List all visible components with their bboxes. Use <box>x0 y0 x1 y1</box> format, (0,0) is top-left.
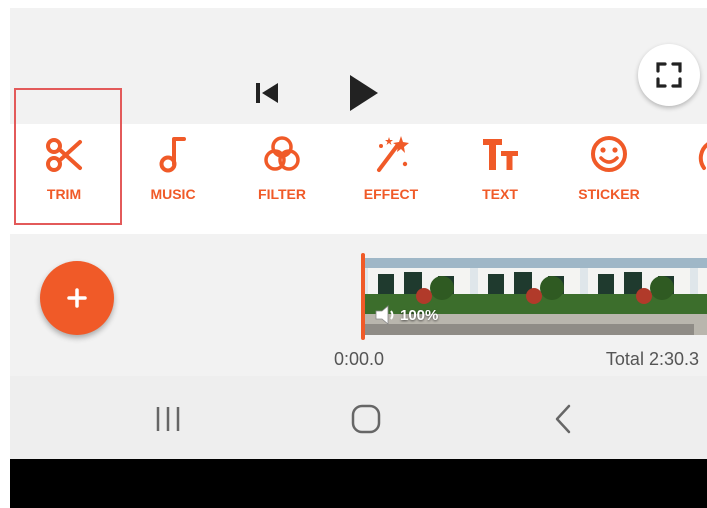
smiley-icon <box>591 136 627 172</box>
tool-label: EFFECT <box>363 186 419 202</box>
tool-music[interactable]: MUSIC <box>119 124 227 234</box>
add-media-button[interactable] <box>40 261 114 335</box>
screen-bottom-edge <box>10 459 707 508</box>
tool-text[interactable]: TEXT <box>446 124 554 234</box>
system-nav-bar <box>10 376 707 459</box>
total-duration: Total 2:30.3 <box>605 349 699 369</box>
back-button[interactable] <box>547 402 581 436</box>
clip-thumbnail <box>694 258 707 335</box>
tool-label: MUSIC <box>150 186 196 202</box>
tool-label: SP <box>664 186 707 202</box>
volume-label: 100% <box>400 306 439 324</box>
magic-wand-icon <box>377 136 409 172</box>
home-icon <box>351 404 381 434</box>
filter-circles-icon <box>264 136 300 171</box>
music-note-icon <box>159 137 186 173</box>
fullscreen-button[interactable] <box>638 44 700 106</box>
tool-filter[interactable]: FILTER <box>228 124 336 234</box>
fullscreen-icon <box>656 62 682 88</box>
speaker-icon <box>375 305 394 325</box>
recents-icon <box>156 407 180 431</box>
back-icon <box>555 404 571 434</box>
text-tt-icon <box>483 139 518 170</box>
playhead[interactable] <box>361 253 365 340</box>
tool-label: TEXT <box>482 186 518 202</box>
clip-thumbnail <box>584 258 694 335</box>
speed-icon <box>698 142 707 170</box>
skip-start-icon <box>256 83 278 103</box>
tool-sticker[interactable]: STICKER <box>555 124 663 234</box>
tool-effect[interactable]: EFFECT <box>337 124 445 234</box>
clip-volume[interactable]: 100% <box>374 303 438 327</box>
skip-to-start-button[interactable] <box>252 78 282 108</box>
tool-label: STICKER <box>578 186 640 202</box>
play-button[interactable] <box>344 72 384 114</box>
recents-button[interactable] <box>151 402 185 436</box>
plus-icon <box>67 288 87 308</box>
tool-speed[interactable]: SP <box>664 124 707 234</box>
clip-thumbnail <box>474 258 584 335</box>
home-button[interactable] <box>349 402 383 436</box>
tool-label: FILTER <box>258 186 306 202</box>
selected-tool-highlight <box>14 88 122 225</box>
current-time: 0:00.0 <box>334 349 385 369</box>
play-icon <box>350 75 378 111</box>
